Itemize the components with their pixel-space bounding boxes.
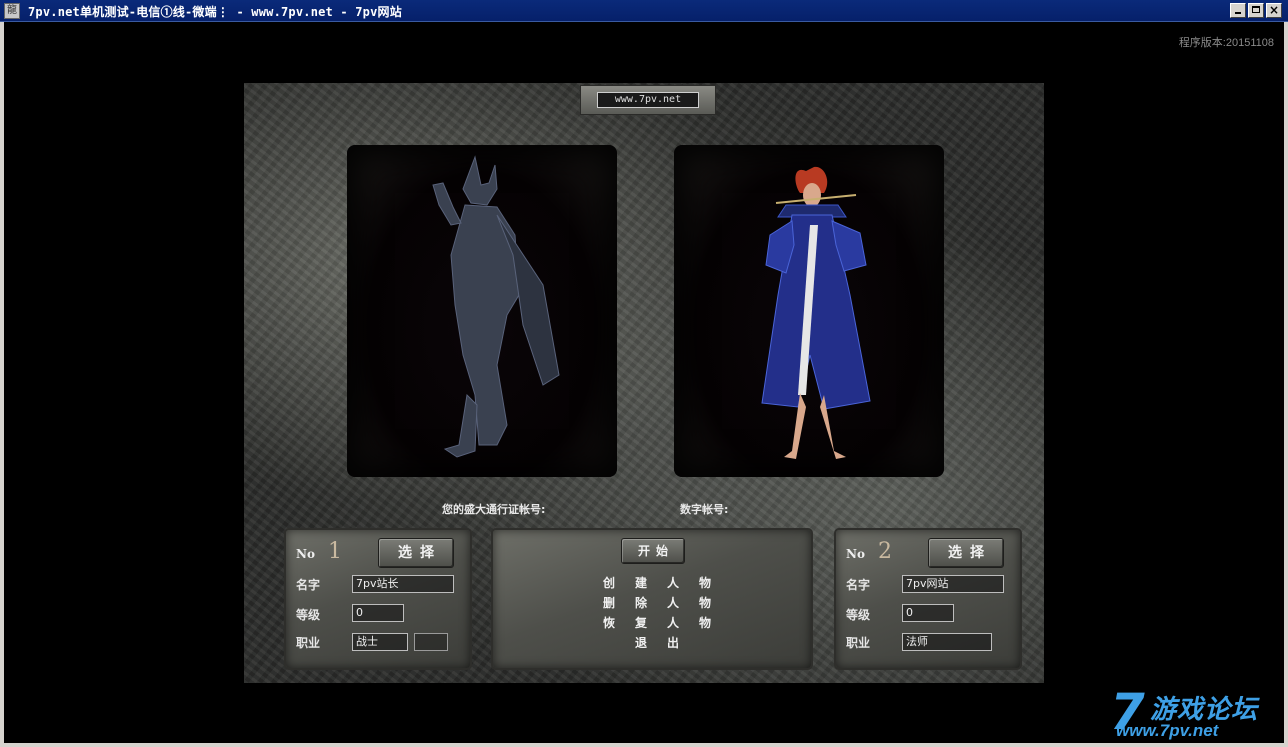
menu-char: 复 bbox=[634, 616, 647, 630]
version-text: 程序版本:20151108 bbox=[1178, 37, 1274, 49]
level-label: 等级 bbox=[846, 608, 871, 622]
slot-number: 1 bbox=[328, 539, 342, 564]
slot-no-label: No bbox=[296, 547, 315, 561]
job-field-2: 法师 bbox=[902, 633, 992, 651]
menu-char: 创 bbox=[602, 576, 615, 590]
url-plaque: www.7pv.net bbox=[580, 85, 716, 115]
menu-panel: 开始 创建人物 删除人物 恢复人物 退出 bbox=[491, 528, 813, 670]
menu-char: 人 bbox=[666, 576, 679, 590]
maximize-button[interactable] bbox=[1248, 3, 1264, 18]
character-select-scene: www.7pv.net 您的盛大通行证帐号: 数字帐号: No 1 选择 名字 … bbox=[244, 83, 1044, 683]
app-icon[interactable]: 龍 bbox=[4, 3, 20, 19]
slot-1-panel: No 1 选择 名字 7pv站长 等级 0 职业 战士 bbox=[284, 528, 472, 670]
level-field-2: 0 bbox=[902, 604, 954, 622]
job-field-1: 战士 bbox=[352, 633, 408, 651]
menu-char: 物 bbox=[698, 616, 711, 630]
forum-logo-site: www.7pv.net bbox=[1116, 721, 1219, 740]
forum-logo: 7 游戏论坛 www.7pv.net bbox=[1110, 683, 1276, 741]
window-frame-left bbox=[0, 22, 4, 747]
url-plaque-text: www.7pv.net bbox=[597, 92, 699, 108]
name-field-1: 7pv站长 bbox=[352, 575, 454, 593]
menu-char: 人 bbox=[666, 596, 679, 610]
delete-character-button[interactable]: 删除人物 bbox=[593, 592, 721, 611]
name-label: 名字 bbox=[296, 578, 321, 592]
exit-button[interactable]: 退出 bbox=[625, 632, 689, 651]
level-label: 等级 bbox=[296, 608, 321, 622]
job-extra-box bbox=[414, 633, 448, 651]
menu-char: 出 bbox=[666, 636, 679, 650]
menu-char: 人 bbox=[666, 616, 679, 630]
account-label: 您的盛大通行证帐号: bbox=[442, 503, 546, 516]
job-label: 职业 bbox=[846, 636, 871, 650]
window-controls: × bbox=[1230, 3, 1282, 18]
character-alcove-1[interactable] bbox=[347, 145, 617, 477]
menu-char: 物 bbox=[698, 596, 711, 610]
job-label: 职业 bbox=[296, 636, 321, 650]
menu-char: 删 bbox=[602, 596, 615, 610]
window-frame-bottom bbox=[0, 743, 1288, 747]
warrior-figure-icon[interactable] bbox=[347, 145, 617, 477]
window-titlebar[interactable]: 龍 7pv.net单机测试-电信①线-微端⋮ - www.7pv.net - 7… bbox=[0, 0, 1288, 22]
window-title: 7pv.net单机测试-电信①线-微端⋮ - www.7pv.net - 7pv… bbox=[28, 5, 402, 19]
name-field-2: 7pv网站 bbox=[902, 575, 1004, 593]
menu-char: 物 bbox=[698, 576, 711, 590]
menu-char: 恢 bbox=[602, 616, 615, 630]
select-button-1[interactable]: 选择 bbox=[378, 538, 454, 568]
mage-figure-icon[interactable] bbox=[674, 145, 944, 477]
slot-number: 2 bbox=[878, 539, 892, 564]
menu-char: 建 bbox=[634, 576, 647, 590]
character-alcove-2[interactable] bbox=[674, 145, 944, 477]
start-button[interactable]: 开始 bbox=[621, 538, 685, 564]
create-character-button[interactable]: 创建人物 bbox=[593, 572, 721, 591]
close-button[interactable]: × bbox=[1266, 3, 1282, 18]
minimize-button[interactable] bbox=[1230, 3, 1246, 18]
level-field-1: 0 bbox=[352, 604, 404, 622]
window-frame-right bbox=[1284, 22, 1288, 747]
restore-character-button[interactable]: 恢复人物 bbox=[593, 612, 721, 631]
menu-char: 除 bbox=[634, 596, 647, 610]
slot-2-panel: No 2 选择 名字 7pv网站 等级 0 职业 法师 bbox=[834, 528, 1022, 670]
select-button-2[interactable]: 选择 bbox=[928, 538, 1004, 568]
slot-no-label: No bbox=[846, 547, 865, 561]
name-label: 名字 bbox=[846, 578, 871, 592]
menu-char: 退 bbox=[634, 636, 647, 650]
digit-account-label: 数字帐号: bbox=[680, 503, 729, 516]
